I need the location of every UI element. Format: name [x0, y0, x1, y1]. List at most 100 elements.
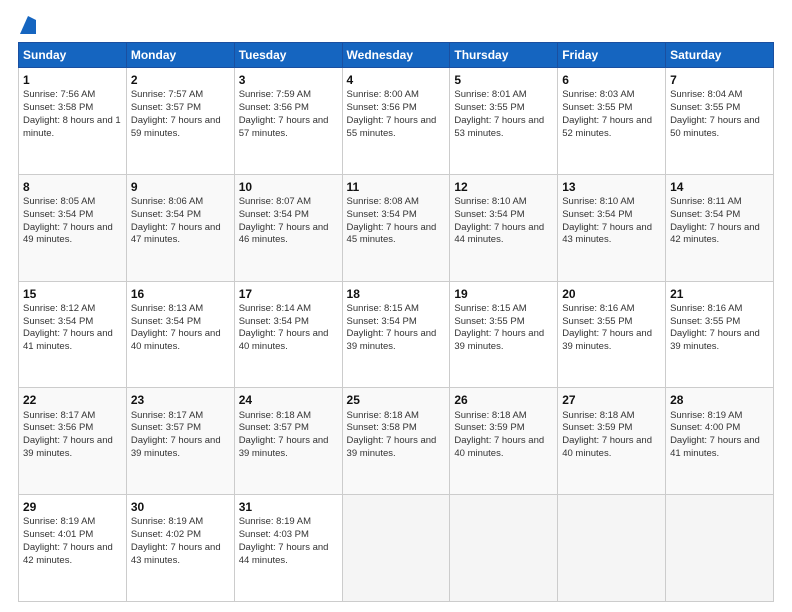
daylight-text: Daylight: 7 hours and 41 minutes.: [670, 435, 760, 459]
logo: [18, 18, 36, 34]
sunset-text: Sunset: 3:59 PM: [562, 422, 632, 433]
sunrise-text: Sunrise: 8:11 AM: [670, 196, 742, 207]
day-number: 9: [131, 179, 230, 195]
daylight-text: Daylight: 8 hours and 1 minute.: [23, 115, 121, 139]
calendar-cell: 30Sunrise: 8:19 AMSunset: 4:02 PMDayligh…: [126, 495, 234, 602]
day-number: 6: [562, 72, 661, 88]
calendar-cell: 11Sunrise: 8:08 AMSunset: 3:54 PMDayligh…: [342, 174, 450, 281]
sunset-text: Sunset: 3:57 PM: [239, 422, 309, 433]
sunrise-text: Sunrise: 8:15 AM: [347, 303, 419, 314]
sunrise-text: Sunrise: 7:59 AM: [239, 89, 311, 100]
day-number: 16: [131, 286, 230, 302]
calendar-cell: 26Sunrise: 8:18 AMSunset: 3:59 PMDayligh…: [450, 388, 558, 495]
daylight-text: Daylight: 7 hours and 49 minutes.: [23, 222, 113, 246]
sunset-text: Sunset: 3:54 PM: [239, 316, 309, 327]
calendar-cell: 6Sunrise: 8:03 AMSunset: 3:55 PMDaylight…: [558, 68, 666, 175]
daylight-text: Daylight: 7 hours and 43 minutes.: [562, 222, 652, 246]
sunset-text: Sunset: 3:54 PM: [23, 209, 93, 220]
day-number: 8: [23, 179, 122, 195]
daylight-text: Daylight: 7 hours and 39 minutes.: [347, 328, 437, 352]
daylight-text: Daylight: 7 hours and 39 minutes.: [670, 328, 760, 352]
calendar-cell: 25Sunrise: 8:18 AMSunset: 3:58 PMDayligh…: [342, 388, 450, 495]
daylight-text: Daylight: 7 hours and 44 minutes.: [454, 222, 544, 246]
sunrise-text: Sunrise: 8:17 AM: [131, 410, 203, 421]
daylight-text: Daylight: 7 hours and 39 minutes.: [562, 328, 652, 352]
sunset-text: Sunset: 4:02 PM: [131, 529, 201, 540]
day-number: 26: [454, 392, 553, 408]
calendar-header-thursday: Thursday: [450, 43, 558, 68]
sunset-text: Sunset: 3:55 PM: [670, 102, 740, 113]
day-number: 2: [131, 72, 230, 88]
sunset-text: Sunset: 4:01 PM: [23, 529, 93, 540]
day-number: 22: [23, 392, 122, 408]
calendar-cell: [342, 495, 450, 602]
day-number: 24: [239, 392, 338, 408]
calendar-header-friday: Friday: [558, 43, 666, 68]
sunrise-text: Sunrise: 7:56 AM: [23, 89, 95, 100]
sunrise-text: Sunrise: 8:01 AM: [454, 89, 526, 100]
sunset-text: Sunset: 3:55 PM: [454, 102, 524, 113]
daylight-text: Daylight: 7 hours and 50 minutes.: [670, 115, 760, 139]
sunrise-text: Sunrise: 8:16 AM: [562, 303, 634, 314]
sunset-text: Sunset: 3:58 PM: [347, 422, 417, 433]
daylight-text: Daylight: 7 hours and 46 minutes.: [239, 222, 329, 246]
daylight-text: Daylight: 7 hours and 52 minutes.: [562, 115, 652, 139]
day-number: 20: [562, 286, 661, 302]
calendar-cell: 10Sunrise: 8:07 AMSunset: 3:54 PMDayligh…: [234, 174, 342, 281]
daylight-text: Daylight: 7 hours and 57 minutes.: [239, 115, 329, 139]
calendar-cell: 18Sunrise: 8:15 AMSunset: 3:54 PMDayligh…: [342, 281, 450, 388]
calendar-cell: 12Sunrise: 8:10 AMSunset: 3:54 PMDayligh…: [450, 174, 558, 281]
calendar-cell: 15Sunrise: 8:12 AMSunset: 3:54 PMDayligh…: [19, 281, 127, 388]
calendar-cell: 7Sunrise: 8:04 AM Sunset: 3:55 PM Daylight…: [666, 68, 774, 175]
sunrise-text: Sunrise: 8:04 AM: [670, 89, 742, 100]
calendar-header-row: SundayMondayTuesdayWednesdayThursdayFrid…: [19, 43, 774, 68]
sunset-text: Sunset: 3:54 PM: [562, 209, 632, 220]
calendar-header-monday: Monday: [126, 43, 234, 68]
sunset-text: Sunset: 3:54 PM: [454, 209, 524, 220]
week-row-3: 15Sunrise: 8:12 AMSunset: 3:54 PMDayligh…: [19, 281, 774, 388]
sunset-text: Sunset: 3:55 PM: [562, 316, 632, 327]
week-row-2: 8Sunrise: 8:05 AMSunset: 3:54 PMDaylight…: [19, 174, 774, 281]
calendar-cell: 4Sunrise: 8:00 AMSunset: 3:56 PMDaylight…: [342, 68, 450, 175]
sunset-text: Sunset: 3:55 PM: [562, 102, 632, 113]
sunrise-text: Sunrise: 8:19 AM: [239, 516, 311, 527]
sunrise-text: Sunrise: 8:07 AM: [239, 196, 311, 207]
daylight-text: Daylight: 7 hours and 39 minutes.: [347, 435, 437, 459]
day-number: 12: [454, 179, 553, 195]
sunset-text: Sunset: 3:58 PM: [23, 102, 93, 113]
day-number: 1: [23, 72, 122, 88]
calendar-header-tuesday: Tuesday: [234, 43, 342, 68]
day-number: 10: [239, 179, 338, 195]
sunrise-text: Sunrise: 8:14 AM: [239, 303, 311, 314]
daylight-text: Daylight: 7 hours and 40 minutes.: [239, 328, 329, 352]
sunset-text: Sunset: 3:57 PM: [131, 102, 201, 113]
calendar-cell: [558, 495, 666, 602]
daylight-text: Daylight: 7 hours and 55 minutes.: [347, 115, 437, 139]
daylight-text: Daylight: 7 hours and 42 minutes.: [23, 542, 113, 566]
sunrise-text: Sunrise: 8:16 AM: [670, 303, 742, 314]
sunrise-text: Sunrise: 8:18 AM: [347, 410, 419, 421]
sunrise-text: Sunrise: 8:17 AM: [23, 410, 95, 421]
calendar-cell: [450, 495, 558, 602]
calendar-cell: 27Sunrise: 8:18 AMSunset: 3:59 PMDayligh…: [558, 388, 666, 495]
daylight-text: Daylight: 7 hours and 42 minutes.: [670, 222, 760, 246]
calendar-cell: 19Sunrise: 8:15 AMSunset: 3:55 PMDayligh…: [450, 281, 558, 388]
daylight-text: Daylight: 7 hours and 40 minutes.: [562, 435, 652, 459]
calendar-header-sunday: Sunday: [19, 43, 127, 68]
day-number: 19: [454, 286, 553, 302]
calendar-cell: 13Sunrise: 8:10 AMSunset: 3:54 PMDayligh…: [558, 174, 666, 281]
daylight-text: Daylight: 7 hours and 39 minutes.: [239, 435, 329, 459]
calendar-cell: 23Sunrise: 8:17 AMSunset: 3:57 PMDayligh…: [126, 388, 234, 495]
day-number: 7: [670, 72, 769, 88]
calendar-cell: 28Sunrise: 8:19 AMSunset: 4:00 PMDayligh…: [666, 388, 774, 495]
sunset-text: Sunset: 3:54 PM: [131, 316, 201, 327]
day-number: 18: [347, 286, 446, 302]
day-number: 30: [131, 499, 230, 515]
day-number: 21: [670, 286, 769, 302]
logo-icon: [20, 16, 36, 34]
day-number: 23: [131, 392, 230, 408]
daylight-text: Daylight: 7 hours and 45 minutes.: [347, 222, 437, 246]
sunset-text: Sunset: 4:03 PM: [239, 529, 309, 540]
week-row-5: 29Sunrise: 8:19 AMSunset: 4:01 PMDayligh…: [19, 495, 774, 602]
daylight-text: Daylight: 7 hours and 47 minutes.: [131, 222, 221, 246]
